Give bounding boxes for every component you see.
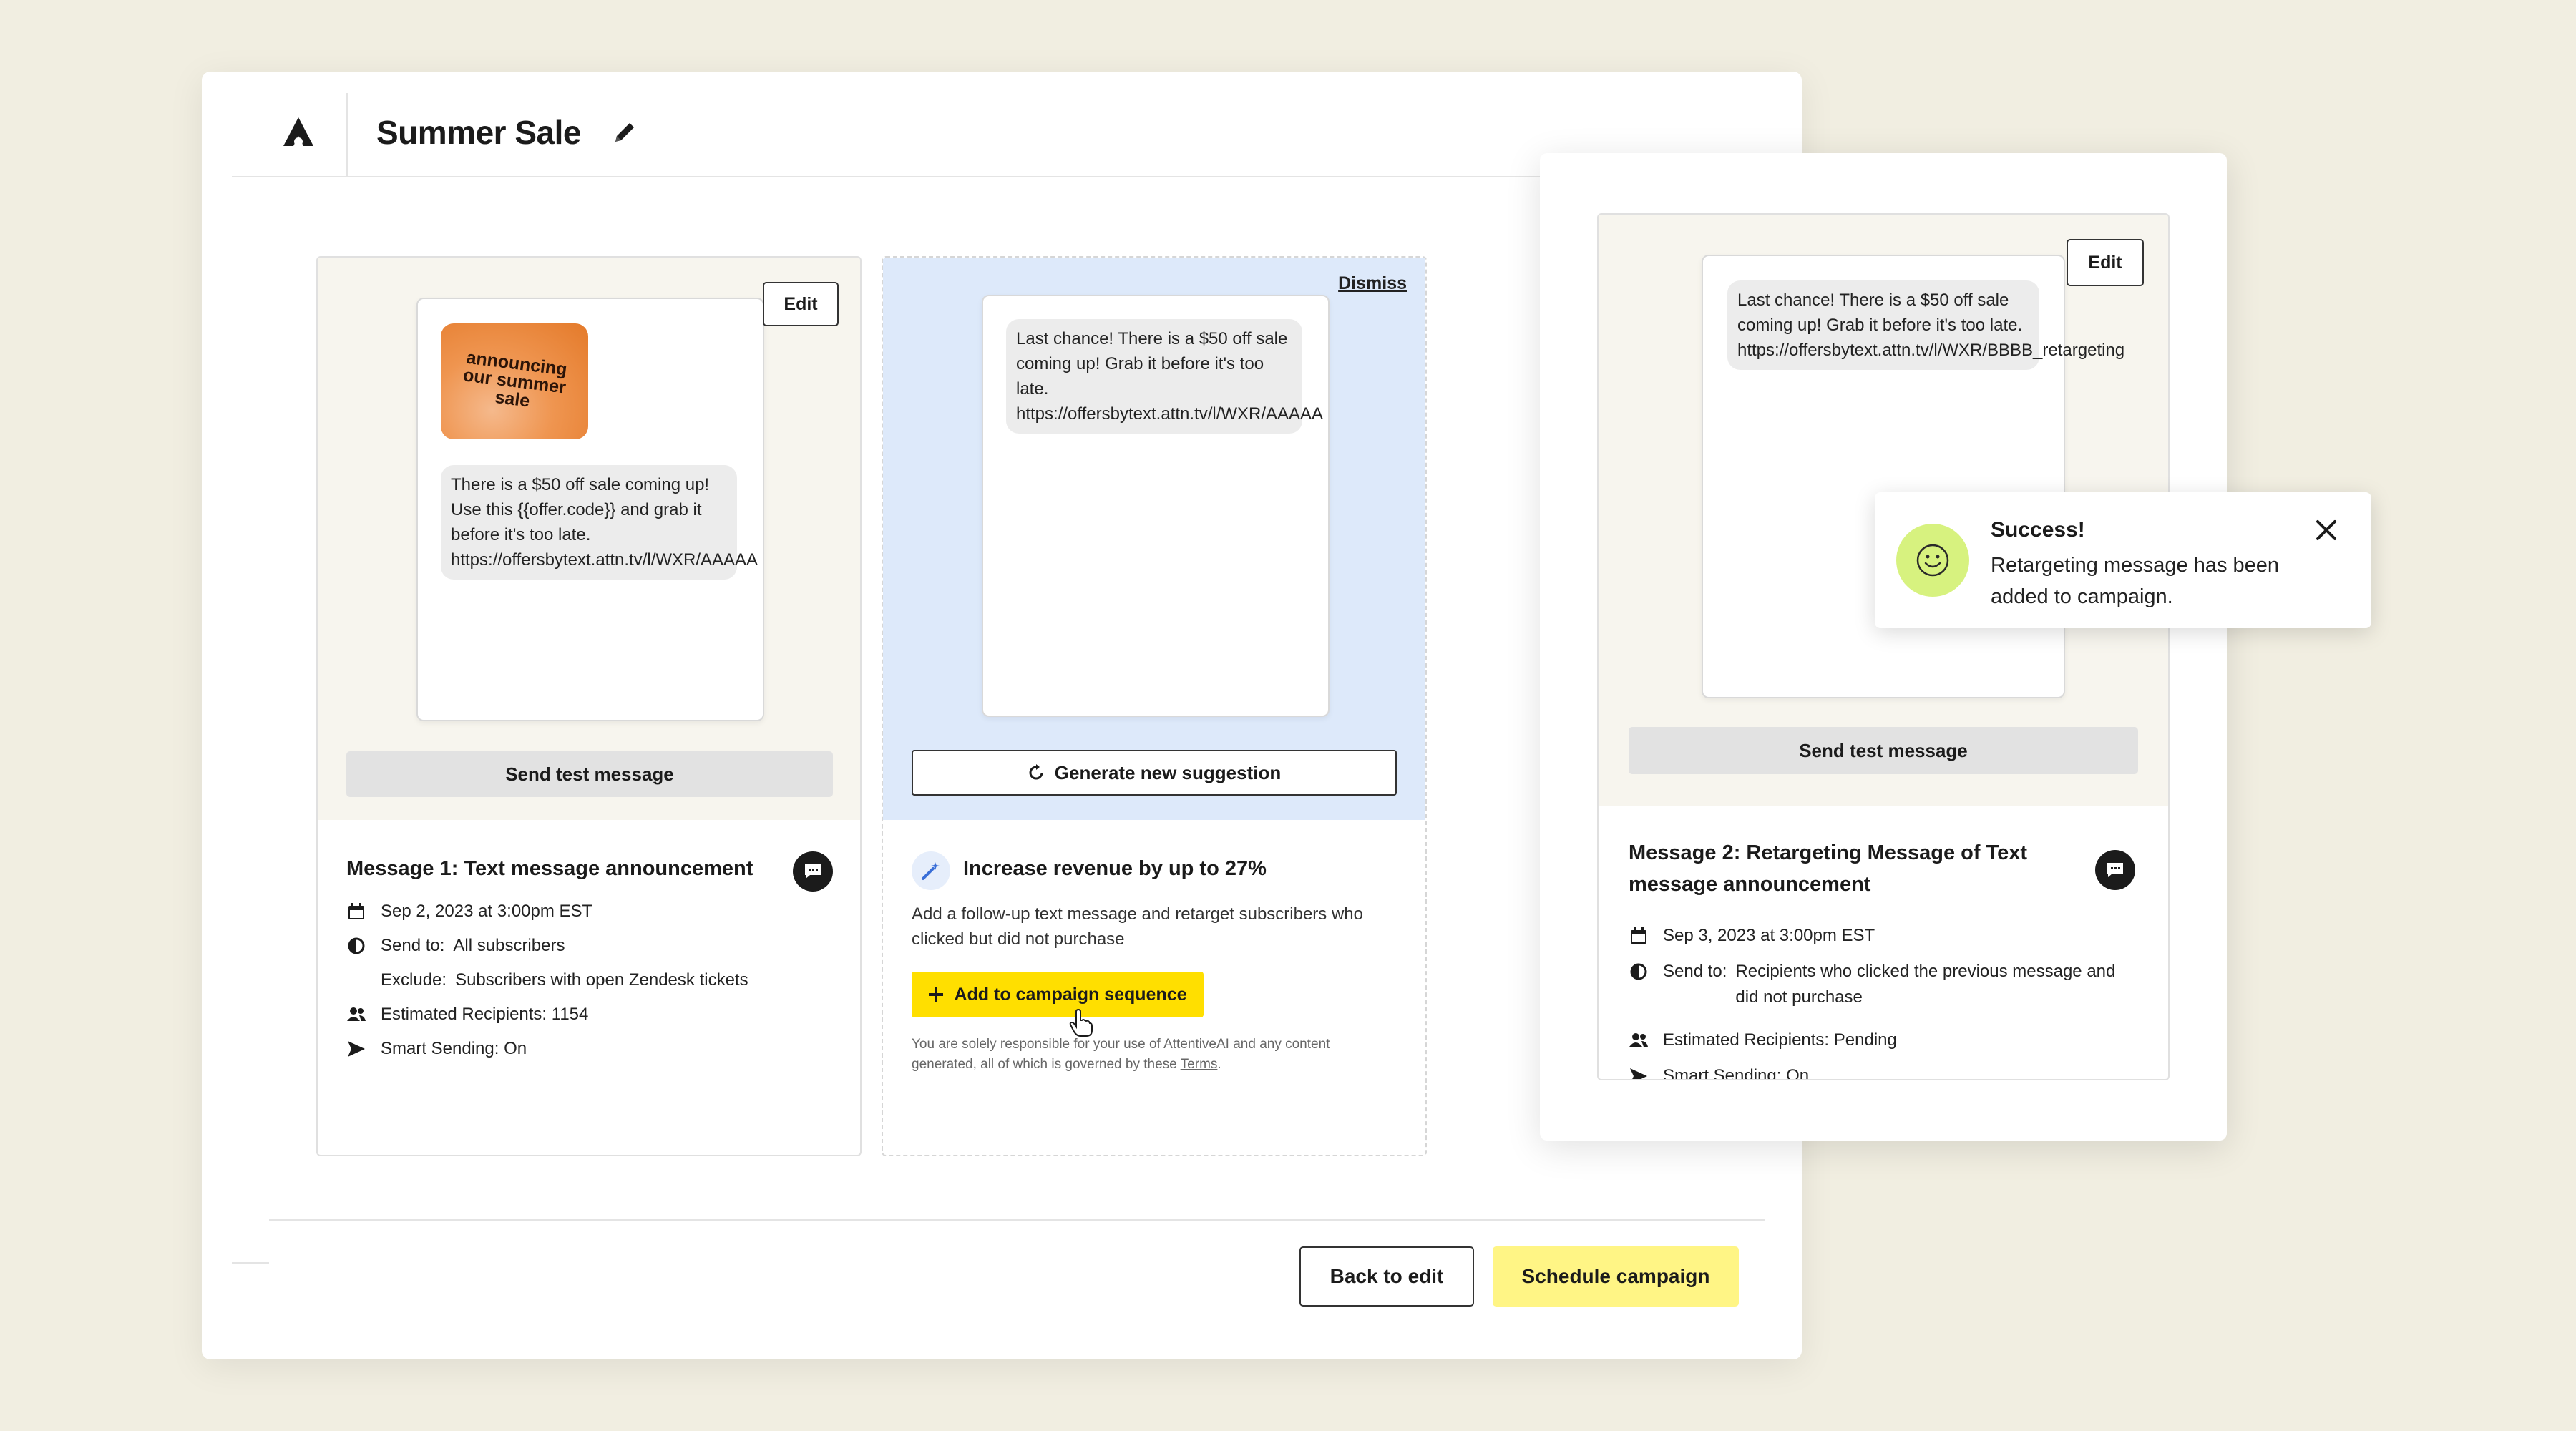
close-icon[interactable] bbox=[2311, 515, 2341, 545]
footer-divider-stub bbox=[232, 1262, 269, 1264]
send-icon bbox=[1629, 1066, 1649, 1079]
send-icon bbox=[346, 1039, 366, 1059]
chat-bubble-icon bbox=[2095, 850, 2135, 890]
smart-sending-status: Smart Sending: On bbox=[381, 1039, 527, 1058]
smiley-icon bbox=[1896, 524, 1969, 597]
send-test-button[interactable]: Send test message bbox=[1629, 727, 2138, 774]
retargeting-window: Last chance! There is a $50 off sale com… bbox=[1540, 153, 2227, 1141]
edit-button[interactable]: Edit bbox=[763, 282, 839, 326]
schedule-row: Sep 2, 2023 at 3:00pm EST bbox=[346, 902, 592, 922]
phone-preview: announcing our summer sale There is a $5… bbox=[416, 298, 764, 721]
success-toast: Success! Retargeting message has been ad… bbox=[1875, 492, 2371, 628]
message-1-preview: announcing our summer sale There is a $5… bbox=[318, 258, 860, 820]
recipients-row: Estimated Recipients: 1154 bbox=[346, 1005, 588, 1025]
message-bubble: There is a $50 off sale coming up! Use t… bbox=[441, 465, 758, 580]
send-to-row: Send to: All subscribers bbox=[346, 936, 565, 956]
terms-suffix: . bbox=[1217, 1057, 1221, 1072]
message-title: Message 1: Text message announcement bbox=[346, 857, 753, 880]
audience-icon bbox=[1629, 962, 1649, 982]
schedule-row: Sep 3, 2023 at 3:00pm EST bbox=[1629, 926, 1875, 946]
terms-link[interactable]: Terms bbox=[1181, 1057, 1218, 1072]
plus-icon bbox=[929, 987, 944, 1002]
send-to-value: All subscribers bbox=[453, 936, 565, 955]
generate-label: Generate new suggestion bbox=[1054, 761, 1282, 783]
toast-title: Success! bbox=[1991, 518, 2085, 542]
message-1-card: announcing our summer sale There is a $5… bbox=[316, 256, 862, 1156]
ai-disclaimer: You are solely responsible for your use … bbox=[912, 1035, 1398, 1075]
toast-message: Retargeting message has been added to ca… bbox=[1991, 554, 2280, 608]
back-to-edit-button[interactable]: Back to edit bbox=[1299, 1246, 1474, 1307]
smart-sending-row: Smart Sending: On bbox=[1629, 1066, 1810, 1080]
recipients-row: Estimated Recipients: Pending bbox=[1629, 1030, 1897, 1050]
suggestion-title: Increase revenue by up to 27% bbox=[963, 857, 1267, 880]
add-label: Add to campaign sequence bbox=[954, 984, 1187, 1005]
people-icon bbox=[1629, 1030, 1649, 1050]
exclude-row: Exclude: Subscribers with open Zendesk t… bbox=[381, 970, 748, 990]
smart-sending-status: Smart Sending: On bbox=[1663, 1066, 1810, 1080]
disclaimer-text: You are solely responsible for your use … bbox=[912, 1037, 1330, 1072]
send-test-button[interactable]: Send test message bbox=[346, 751, 833, 797]
calendar-icon bbox=[1629, 926, 1649, 946]
footer-divider bbox=[269, 1219, 1765, 1221]
edit-button[interactable]: Edit bbox=[2067, 239, 2144, 286]
phone-preview: Last chance! There is a $50 off sale com… bbox=[982, 295, 1330, 717]
message-bubble: Last chance! There is a $50 off sale com… bbox=[1006, 319, 1323, 434]
add-to-campaign-sequence-button[interactable]: Add to campaign sequence bbox=[912, 972, 1204, 1017]
suggestion-description: Add a follow-up text message and retarge… bbox=[912, 904, 1363, 949]
send-to-label: Send to: bbox=[381, 936, 445, 955]
suggestion-card: Dismiss Last chance! There is a $50 off … bbox=[882, 256, 1427, 1156]
page-title: Summer Sale bbox=[376, 114, 581, 151]
phone-preview: Last chance! There is a $50 off sale com… bbox=[1702, 255, 2124, 698]
people-icon bbox=[346, 1005, 366, 1025]
generate-suggestion-button[interactable]: Generate new suggestion bbox=[912, 750, 1397, 796]
header-divider bbox=[346, 93, 348, 177]
refresh-icon bbox=[1029, 764, 1043, 780]
schedule-date: Sep 2, 2023 at 3:00pm EST bbox=[381, 902, 593, 921]
send-to-row: Send to: Recipients who clicked the prev… bbox=[1629, 962, 2122, 1010]
recipients-count: Estimated Recipients: 1154 bbox=[381, 1005, 589, 1024]
suggestion-preview: Dismiss Last chance! There is a $50 off … bbox=[883, 258, 1425, 820]
pencil-icon[interactable] bbox=[611, 119, 638, 146]
message-2-card: Last chance! There is a $50 off sale com… bbox=[1597, 213, 2170, 1080]
wand-icon bbox=[912, 851, 950, 890]
exclude-label: Exclude: bbox=[381, 970, 447, 990]
send-to-value: Recipients who clicked the previous mess… bbox=[1735, 962, 2116, 1007]
schedule-campaign-button[interactable]: Schedule campaign bbox=[1493, 1246, 1739, 1307]
promo-image: announcing our summer sale bbox=[441, 323, 588, 439]
exclude-value: Subscribers with open Zendesk tickets bbox=[455, 970, 748, 990]
smart-sending-row: Smart Sending: On bbox=[346, 1039, 527, 1059]
message-bubble: Last chance! There is a $50 off sale com… bbox=[1727, 280, 2124, 370]
chat-bubble-icon bbox=[793, 851, 833, 892]
cursor-hand-icon bbox=[1069, 1009, 1093, 1037]
dismiss-link[interactable]: Dismiss bbox=[1338, 273, 1407, 294]
audience-icon bbox=[346, 936, 366, 956]
message-title: Message 2: Retargeting Message of Text m… bbox=[1629, 841, 2028, 896]
promo-image-text: announcing our summer sale bbox=[462, 347, 569, 411]
send-to-label: Send to: bbox=[1663, 962, 1727, 981]
calendar-icon bbox=[346, 902, 366, 922]
recipients-count: Estimated Recipients: Pending bbox=[1663, 1030, 1897, 1050]
attentive-logo-icon bbox=[283, 117, 313, 146]
schedule-date: Sep 3, 2023 at 3:00pm EST bbox=[1663, 926, 1875, 945]
